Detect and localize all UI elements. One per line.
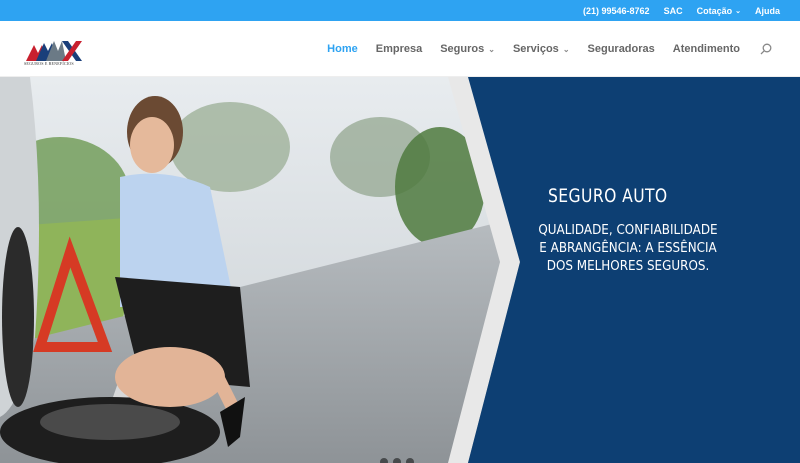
- slider-dot[interactable]: [393, 458, 401, 463]
- slider-dot[interactable]: [380, 458, 388, 463]
- nav-servicos-label: Serviços: [512, 43, 559, 55]
- phone-link[interactable]: (21) 99546-8762: [583, 6, 650, 16]
- nav-empresa[interactable]: Empresa: [376, 43, 422, 55]
- ajuda-link[interactable]: Ajuda: [755, 6, 780, 16]
- slider-dots: [380, 458, 414, 463]
- logo-tagline: SEGUROS E BENEFÍCIOS: [24, 61, 74, 66]
- nav-home[interactable]: Home: [327, 43, 358, 55]
- chevron-down-icon: ⌄: [488, 44, 495, 54]
- nav-seguros-label: Seguros: [440, 43, 485, 55]
- chevron-down-icon: ⌄: [562, 44, 570, 54]
- nav-seguradoras-label: Seguradoras: [587, 43, 655, 55]
- top-bar: (21) 99546-8762 SAC Cotação ⌄ Ajuda: [0, 0, 800, 21]
- slide-title: SEGURO AUTO: [548, 185, 668, 207]
- nav-atendimento-label: Atendimento: [672, 43, 740, 55]
- slider-dot[interactable]: [406, 458, 414, 463]
- nav-seguros[interactable]: Seguros ⌄: [440, 43, 495, 55]
- hero-slider: SEGURO AUTO QUALIDADE, CONFIABILIDADE E …: [0, 77, 800, 463]
- cotacao-label: Cotação: [696, 5, 733, 16]
- site-header: SEGUROS E BENEFÍCIOS Home Empresa Seguro…: [0, 21, 800, 77]
- cotacao-menu[interactable]: Cotação ⌄: [697, 6, 741, 16]
- main-nav: Home Empresa Seguros ⌄ Serviços ⌄ Segura…: [327, 21, 772, 77]
- nav-empresa-label: Empresa: [375, 43, 423, 55]
- sac-link[interactable]: SAC: [664, 6, 683, 16]
- search-icon[interactable]: [760, 43, 772, 55]
- chevron-down-icon: ⌄: [735, 7, 741, 15]
- nav-servicos[interactable]: Serviços ⌄: [513, 43, 570, 55]
- slide-description: QUALIDADE, CONFIABILIDADE E ABRANGÊNCIA:…: [538, 223, 718, 274]
- nav-seguradoras[interactable]: Seguradoras: [588, 43, 655, 55]
- nav-atendimento[interactable]: Atendimento: [673, 43, 740, 55]
- nav-home-label: Home: [327, 43, 358, 55]
